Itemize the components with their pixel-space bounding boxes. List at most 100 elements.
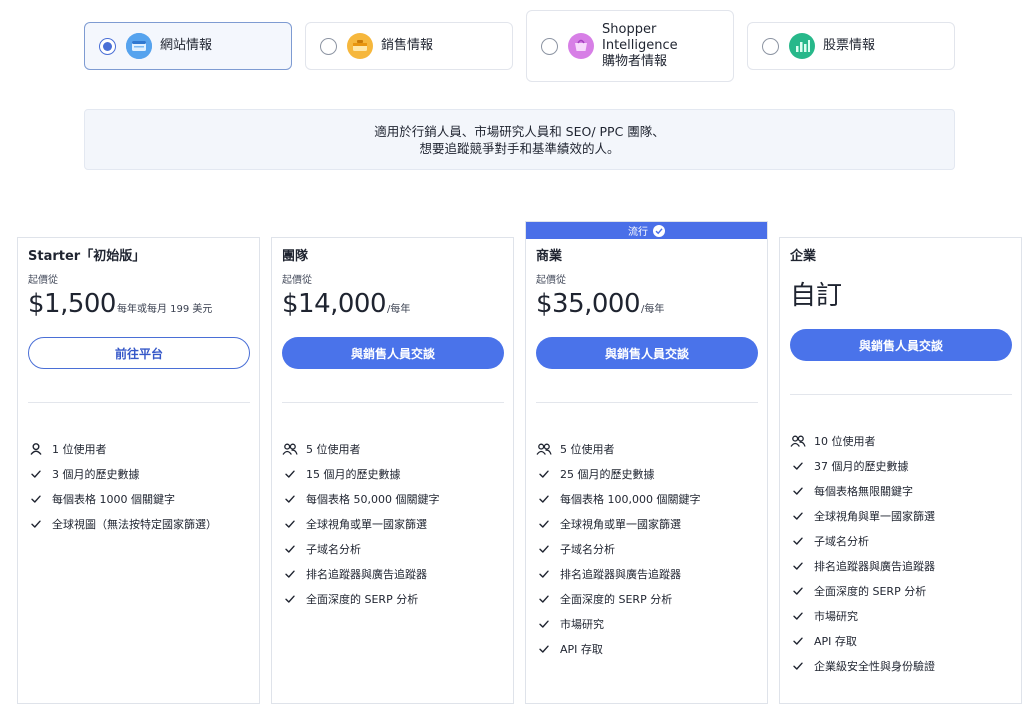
- feature-text: 25 個月的歷史數據: [560, 467, 655, 481]
- check-icon: [282, 591, 298, 607]
- feature-item: 市場研究: [536, 611, 757, 636]
- feature-item: 每個表格 1000 個關鍵字: [28, 486, 249, 511]
- plan-name: 商業: [536, 249, 563, 264]
- feature-item: 市場研究: [790, 603, 1011, 628]
- radio-button[interactable]: [99, 37, 116, 55]
- check-icon: [790, 633, 806, 649]
- tab-shopper-intelligence[interactable]: Shopper Intelligence 購物者情報: [526, 10, 734, 82]
- check-icon: [790, 583, 806, 599]
- feature-list: 5 位使用者 15 個月的歷史數據 每個表格 50,000 個關鍵字 全球視角或單一國…: [282, 436, 503, 611]
- feature-text: 5 位使用者: [560, 442, 615, 456]
- feature-text: 全球視圖（無法按特定國家篩選）: [52, 517, 217, 531]
- check-icon: [790, 558, 806, 574]
- popular-badge: 流行: [526, 222, 767, 239]
- banner-line: 想要追蹤競爭對手和基準績效的人。: [419, 140, 620, 156]
- check-circle-icon: [653, 224, 665, 237]
- plan-name: 企業: [790, 249, 817, 264]
- check-icon: [790, 533, 806, 549]
- feature-item: 子域名分析: [790, 528, 1011, 553]
- tab-label: Shopper Intelligence 購物者情報: [602, 22, 678, 69]
- feature-text: 3 個月的歷史數據: [52, 467, 140, 481]
- tab-website-intelligence[interactable]: 網站情報: [84, 22, 292, 70]
- check-icon: [28, 491, 44, 507]
- feature-text: 子域名分析: [306, 542, 361, 556]
- plan-card-business: 流行 商業 起價從 $35,000 /每年 與銷售人員交談 5 位使用者 25 個…: [525, 221, 768, 704]
- feature-item: 15 個月的歷史數據: [282, 461, 503, 486]
- stock-icon: [789, 33, 815, 59]
- feature-item: 每個表格無限關鍵字: [790, 478, 1011, 503]
- feature-item: 企業級安全性與身份驗證: [790, 653, 1011, 678]
- feature-text: 排名追蹤器與廣告追蹤器: [814, 559, 935, 573]
- feature-item: 全球視角或單一國家篩選: [536, 511, 757, 536]
- tab-label: 網站情報: [160, 38, 213, 53]
- feature-text: 排名追蹤器與廣告追蹤器: [560, 567, 681, 581]
- check-icon: [282, 541, 298, 557]
- feature-item: 全球視角與單一國家篩選: [790, 503, 1011, 528]
- check-icon: [282, 516, 298, 532]
- feature-item: 子域名分析: [282, 536, 503, 561]
- users-icon: [282, 441, 298, 457]
- plan-price: 自訂: [790, 281, 843, 311]
- feature-text: 全面深度的 SERP 分析: [560, 592, 673, 606]
- feature-text: 5 位使用者: [306, 442, 361, 456]
- check-icon: [536, 591, 552, 607]
- radio-button[interactable]: [320, 37, 337, 55]
- feature-item: 全面深度的 SERP 分析: [790, 578, 1011, 603]
- check-icon: [536, 466, 552, 482]
- talk-to-sales-button[interactable]: 與銷售人員交談: [282, 337, 504, 369]
- go-to-platform-button[interactable]: 前往平台: [28, 337, 250, 369]
- pricing-page: 網站情報 銷售情報 Shopper Intelligence 購物者情報 股票情…: [0, 0, 1024, 707]
- feature-text: 37 個月的歷史數據: [814, 459, 909, 473]
- divider: [282, 402, 504, 403]
- tab-stock-intelligence[interactable]: 股票情報: [747, 22, 955, 70]
- check-icon: [536, 491, 552, 507]
- talk-to-sales-button[interactable]: 與銷售人員交談: [536, 337, 758, 369]
- plan-price: $1,500: [28, 289, 116, 319]
- plan-price: $14,000: [282, 289, 387, 319]
- divider: [790, 394, 1012, 395]
- feature-text: API 存取: [560, 642, 603, 656]
- check-icon: [790, 458, 806, 474]
- feature-item: 全面深度的 SERP 分析: [282, 586, 503, 611]
- feature-item: 每個表格 100,000 個關鍵字: [536, 486, 757, 511]
- price-from: 起價從: [28, 275, 58, 286]
- popular-label: 流行: [628, 227, 648, 238]
- feature-item: 全面深度的 SERP 分析: [536, 586, 757, 611]
- plan-name: 團隊: [282, 249, 309, 264]
- tab-sales-intelligence[interactable]: 銷售情報: [305, 22, 513, 70]
- feature-item: 37 個月的歷史數據: [790, 453, 1011, 478]
- plan-card-team: 團隊 起價從 $14,000 /每年 與銷售人員交談 5 位使用者 15 個月的歷…: [271, 237, 514, 704]
- feature-text: 全面深度的 SERP 分析: [814, 584, 927, 598]
- feature-text: 市場研究: [560, 617, 604, 631]
- feature-text: 市場研究: [814, 609, 858, 623]
- check-icon: [536, 616, 552, 632]
- feature-text: 子域名分析: [560, 542, 615, 556]
- plan-card-starter: Starter「初始版」 起價從 $1,500 每年或每月 199 美元 前往平…: [17, 237, 260, 704]
- feature-item: 5 位使用者: [536, 436, 757, 461]
- feature-item: 排名追蹤器與廣告追蹤器: [536, 561, 757, 586]
- divider: [536, 402, 758, 403]
- feature-text: 每個表格 50,000 個關鍵字: [306, 492, 440, 506]
- talk-to-sales-button[interactable]: 與銷售人員交談: [790, 329, 1012, 361]
- feature-text: 子域名分析: [814, 534, 869, 548]
- audience-banner: 適用於行銷人員、市場研究人員和 SEO/ PPC 團隊、 想要追蹤競爭對手和基準…: [84, 109, 955, 170]
- check-icon: [790, 658, 806, 674]
- feature-item: 5 位使用者: [282, 436, 503, 461]
- price-from: 起價從: [536, 275, 566, 286]
- check-icon: [790, 508, 806, 524]
- feature-text: 企業級安全性與身份驗證: [814, 659, 935, 673]
- feature-text: 1 位使用者: [52, 442, 107, 456]
- feature-item: 排名追蹤器與廣告追蹤器: [282, 561, 503, 586]
- radio-button[interactable]: [541, 37, 558, 55]
- feature-text: 排名追蹤器與廣告追蹤器: [306, 567, 427, 581]
- feature-item: 子域名分析: [536, 536, 757, 561]
- check-icon: [28, 466, 44, 482]
- feature-item: 3 個月的歷史數據: [28, 461, 249, 486]
- check-icon: [536, 541, 552, 557]
- feature-list: 10 位使用者 37 個月的歷史數據 每個表格無限關鍵字 全球視角與單一國家篩選 子域名…: [790, 428, 1011, 678]
- check-icon: [282, 466, 298, 482]
- feature-text: 每個表格 100,000 個關鍵字: [560, 492, 701, 506]
- radio-button[interactable]: [762, 37, 779, 55]
- feature-list: 1 位使用者 3 個月的歷史數據每個表格 1000 個關鍵字全球視圖（無法按特定國…: [28, 436, 249, 536]
- feature-text: 全球視角或單一國家篩選: [560, 517, 681, 531]
